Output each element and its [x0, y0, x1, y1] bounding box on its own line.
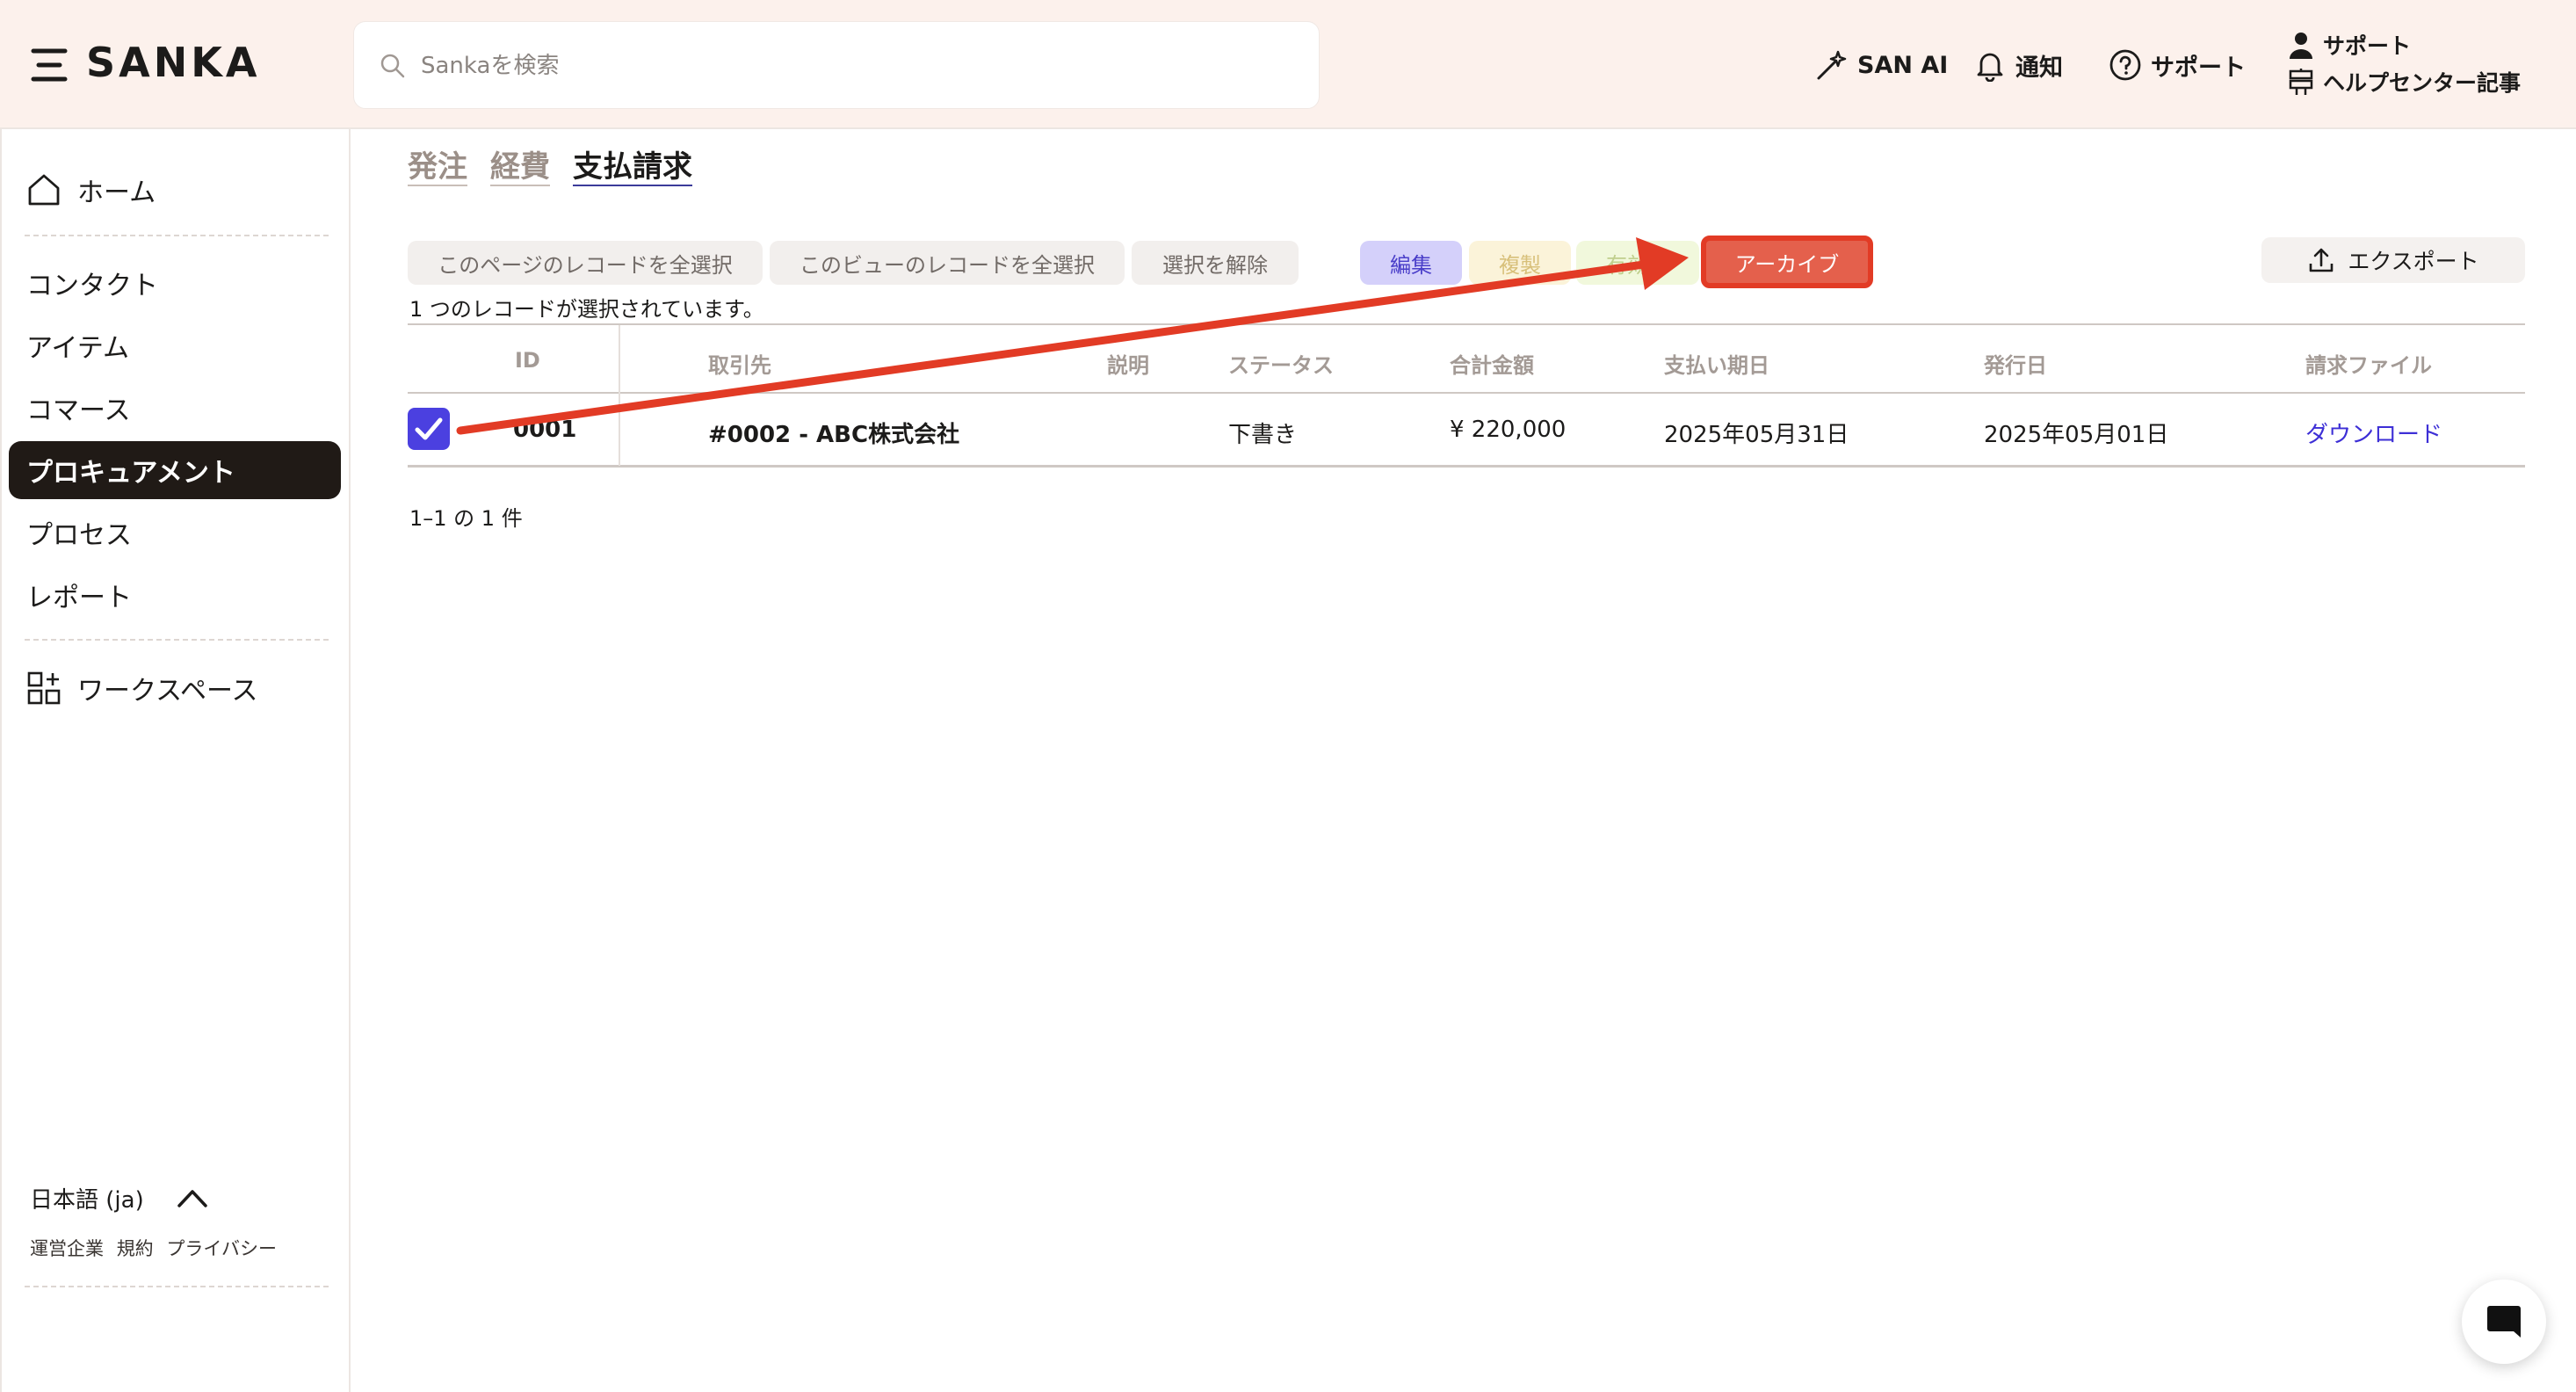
cell-partner[interactable]: #0002 - ABC株式会社 [708, 417, 959, 449]
support-label: サポート [2151, 54, 2246, 82]
footer-links: 運営企業 規約 プライバシー [30, 1235, 284, 1261]
sidebar-item-process[interactable]: プロセス [9, 504, 341, 562]
select-view-records-button[interactable]: このビューのレコードを全選択 [770, 241, 1125, 285]
help-center-link[interactable]: ヘルプセンター記事 [2288, 63, 2551, 100]
column-header-total[interactable]: 合計金額 [1450, 348, 1534, 379]
notifications-button[interactable]: 通知 [1973, 44, 2063, 86]
pagination-summary: 1–1 の 1 件 [409, 506, 523, 531]
terms-link[interactable]: 規約 [117, 1238, 154, 1259]
sidebar-item-reports[interactable]: レポート [9, 566, 341, 624]
support-person-link[interactable]: サポート [2288, 26, 2551, 63]
sidebar-item-label: レポート [26, 583, 132, 613]
cell-issue-date: 2025年05月01日 [1984, 422, 2169, 448]
column-header-issue-date[interactable]: 発行日 [1984, 348, 2047, 379]
san-ai-button[interactable]: SAN AI [1815, 44, 1948, 86]
table-header: ID 取引先 説明 ステータス 合計金額 支払い期日 発行日 請求ファイル [408, 323, 2525, 394]
top-header: SANKA SAN AI 通知 サポート [0, 0, 2576, 129]
selection-count-text: 1 つのレコードが選択されています。 [409, 297, 764, 322]
bell-icon [1977, 53, 2003, 82]
column-header-id[interactable]: ID [515, 348, 540, 373]
sidebar-item-contacts[interactable]: コンタクト [9, 254, 341, 312]
language-selector[interactable]: 日本語 (ja) [30, 1176, 293, 1220]
column-header-partner[interactable]: 取引先 [708, 348, 771, 379]
person-icon [2290, 33, 2312, 59]
row-checkbox[interactable] [408, 408, 450, 450]
sidebar-divider [25, 1286, 329, 1287]
magic-wand-icon [1817, 50, 1847, 80]
sidebar-item-workspace[interactable]: ワークスペース [9, 659, 341, 717]
company-link[interactable]: 運営企業 [30, 1238, 104, 1259]
tab-purchase-orders[interactable]: 発注 [408, 142, 467, 186]
activate-button[interactable]: 有効 [1576, 241, 1699, 285]
sidebar-item-label: アイテム [26, 333, 129, 364]
sidebar-divider [25, 639, 329, 641]
sidebar-item-items[interactable]: アイテム [9, 316, 341, 374]
chat-support-button[interactable] [2462, 1280, 2546, 1364]
column-divider [619, 394, 620, 466]
sidebar-item-label: コマース [26, 395, 131, 426]
help-circle-icon [2109, 49, 2141, 81]
cell-total: ¥ 220,000 [1450, 417, 1567, 443]
annotation-arrow [456, 237, 1689, 435]
support-button[interactable]: サポート [2109, 44, 2246, 86]
hamburger-menu-icon[interactable] [30, 46, 69, 84]
column-header-bill-file[interactable]: 請求ファイル [2305, 348, 2432, 379]
sidebar-item-label: プロキュアメント [26, 458, 235, 489]
column-header-status[interactable]: ステータス [1228, 348, 1334, 379]
sidebar-item-label: ホーム [77, 178, 156, 208]
edit-button[interactable]: 編集 [1360, 241, 1462, 285]
sidebar-item-label: ワークスペース [77, 676, 258, 707]
search-input[interactable] [421, 40, 1282, 92]
privacy-link[interactable]: プライバシー [166, 1238, 277, 1259]
search-icon [380, 54, 405, 78]
column-divider [619, 325, 620, 394]
sidebar-item-home[interactable]: ホーム [9, 161, 341, 219]
sidebar-divider [25, 235, 329, 236]
grid-plus-icon [27, 671, 61, 705]
help-center-label: ヘルプセンター記事 [2323, 70, 2522, 96]
sidebar-item-commerce[interactable]: コマース [9, 379, 341, 437]
sidebar-item-procurement[interactable]: プロキュアメント [9, 441, 341, 499]
column-header-due-date[interactable]: 支払い期日 [1664, 348, 1769, 379]
language-label: 日本語 (ja) [30, 1186, 144, 1214]
tab-bills[interactable]: 支払請求 [573, 142, 692, 186]
download-link[interactable]: ダウンロード [2305, 417, 2442, 449]
upload-icon [2310, 248, 2334, 272]
sanka-logo[interactable]: SANKA [86, 39, 260, 86]
signpost-icon [2289, 69, 2313, 95]
support-person-label: サポート [2323, 33, 2412, 59]
archive-button[interactable]: アーカイブ [1701, 236, 1873, 288]
bills-table: ID 取引先 説明 ステータス 合計金額 支払い期日 発行日 請求ファイル 00… [408, 323, 2525, 468]
table-row[interactable]: 0001 #0002 - ABC株式会社 下書き ¥ 220,000 2025年… [408, 394, 2525, 468]
select-page-records-button[interactable]: このページのレコードを全選択 [408, 241, 763, 285]
chat-icon [2487, 1306, 2521, 1338]
column-header-description[interactable]: 説明 [1107, 348, 1149, 379]
chevron-up-icon [177, 1190, 207, 1207]
cell-status: 下書き [1228, 422, 1298, 448]
duplicate-button[interactable]: 複製 [1469, 241, 1571, 285]
checkmark-icon [415, 417, 443, 440]
tab-expenses[interactable]: 経費 [490, 142, 550, 186]
sidebar-item-label: コンタクト [26, 271, 158, 301]
cell-id[interactable]: 0001 [513, 417, 576, 443]
export-label: エクスポート [2348, 249, 2479, 274]
support-menu: サポート ヘルプセンター記事 [2288, 26, 2551, 102]
module-tabs: 発注 経費 支払請求 [408, 142, 715, 192]
notifications-label: 通知 [2015, 54, 2063, 82]
export-button[interactable]: エクスポート [2261, 237, 2525, 283]
cell-due-date: 2025年05月31日 [1664, 422, 1849, 448]
sidebar-item-label: プロセス [26, 520, 132, 551]
san-ai-label: SAN AI [1857, 51, 1949, 79]
global-search[interactable] [353, 21, 1320, 109]
home-icon [28, 174, 60, 206]
deselect-button[interactable]: 選択を解除 [1132, 241, 1299, 285]
